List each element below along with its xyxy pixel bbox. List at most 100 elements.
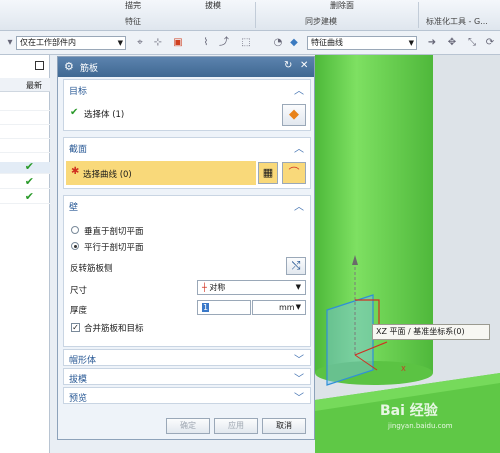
- section-header[interactable]: 拔模 ﹀: [64, 369, 310, 387]
- dialog-title: 筋板: [80, 64, 99, 74]
- select-body-button[interactable]: ◆: [282, 104, 306, 126]
- apply-button[interactable]: 应用: [214, 418, 258, 434]
- section-header[interactable]: 预览 ﹀: [64, 388, 310, 406]
- required-asterisk-icon: ✱: [71, 166, 80, 177]
- tooltip: XZ 平面 / 基准坐标系(0): [372, 324, 490, 340]
- ribbon-group-label[interactable]: 标准化工具 - G...: [426, 16, 488, 27]
- graphics-viewport[interactable]: X: [315, 55, 500, 453]
- scale-icon[interactable]: ⤡: [466, 37, 478, 49]
- list-item[interactable]: ✔: [0, 160, 50, 174]
- axis-x-label: X: [401, 365, 406, 373]
- model-view[interactable]: X: [315, 55, 500, 453]
- cube-icon[interactable]: ◆: [288, 37, 300, 49]
- sketch-section-button[interactable]: ▦: [258, 162, 278, 184]
- maximize-icon[interactable]: [35, 61, 44, 70]
- curve-select-button[interactable]: ⌒: [282, 162, 306, 184]
- merge-checkbox-label[interactable]: 合并筋板和目标: [84, 322, 144, 334]
- check-icon: ✔: [24, 190, 34, 203]
- scope-select-value: 仅在工作部件内: [20, 38, 76, 47]
- chevron-down-icon: ﹀: [294, 393, 304, 404]
- ribbon-divider: [418, 2, 419, 28]
- dimension-select[interactable]: ┼ 对称 ▼: [197, 280, 306, 295]
- curve-icon: ⌒: [288, 166, 300, 179]
- select-curve-label: 选择曲线 (0): [83, 170, 132, 180]
- curve-rule-value: 特征曲线: [311, 38, 343, 47]
- select-icon[interactable]: ⊹: [152, 37, 164, 49]
- ok-button[interactable]: 确定: [166, 418, 210, 434]
- list-item[interactable]: [0, 113, 50, 125]
- thickness-value: 1: [202, 303, 210, 312]
- chevron-up-icon: ︿: [294, 86, 304, 97]
- list-item[interactable]: ✔: [0, 190, 50, 204]
- check-icon: ✔: [24, 160, 34, 173]
- list-item[interactable]: ✔: [0, 175, 50, 189]
- sketch-icon: ▦: [262, 166, 274, 179]
- curve-rule-select[interactable]: 特征曲线 ▼: [307, 36, 417, 50]
- dimension-label: 尺寸: [70, 286, 88, 296]
- chevron-down-icon: ﹀: [294, 374, 304, 385]
- thickness-unit-select[interactable]: mm ▼: [252, 300, 306, 315]
- ribbon-item[interactable]: 拔模: [205, 0, 221, 11]
- section-header[interactable]: 壁 ︿: [64, 196, 310, 214]
- part-navigator: 最新 ✔ ✔ ✔: [0, 55, 50, 453]
- reset-icon[interactable]: ↻: [284, 60, 292, 71]
- arrow-right-icon[interactable]: ➜: [426, 37, 438, 49]
- curve-icon[interactable]: ⌇: [200, 37, 212, 49]
- radio-perpendicular-label[interactable]: 垂直于剖切平面: [84, 225, 144, 237]
- section-title: 拔模: [69, 375, 88, 385]
- reverse-side-button[interactable]: ⤭: [286, 257, 306, 275]
- reverse-side-label: 反转筋板侧: [70, 264, 113, 274]
- navigator-header: 最新: [0, 78, 50, 92]
- list-item[interactable]: [0, 141, 50, 153]
- column-latest: 最新: [26, 81, 42, 90]
- select-body-label[interactable]: 选择体 (1): [84, 108, 124, 120]
- rib-dialog: ⚙ 筋板 ↻ ✕ 目标 ︿ ✔ 选择体 (1) ◆ 截面 ︿ ✱ 选择曲线 (0…: [57, 56, 315, 440]
- list-item[interactable]: [0, 127, 50, 139]
- radio-perpendicular[interactable]: [71, 226, 79, 234]
- view-icon[interactable]: ◔: [272, 37, 284, 49]
- list-item[interactable]: [0, 99, 50, 111]
- solid-body-icon: ◆: [289, 107, 299, 122]
- section-header[interactable]: 帽形体 ﹀: [64, 350, 310, 368]
- tangent-icon[interactable]: ⤴: [218, 37, 230, 49]
- watermark-url: jingyan.baidu.com: [388, 422, 453, 430]
- gear-icon: ⚙: [64, 60, 74, 73]
- section-target: 目标 ︿ ✔ 选择体 (1) ◆: [63, 79, 311, 131]
- ribbon-divider: [255, 2, 256, 28]
- section-draft[interactable]: 拔模 ﹀: [63, 368, 311, 385]
- scope-select[interactable]: 仅在工作部件内 ▼: [16, 36, 126, 50]
- select-curve-row[interactable]: ✱ 选择曲线 (0): [66, 161, 256, 185]
- chevron-down-icon: ▼: [295, 303, 301, 311]
- move-icon[interactable]: ✥: [446, 37, 458, 49]
- section-header[interactable]: 目标 ︿: [64, 80, 310, 98]
- section-cap[interactable]: 帽形体 ﹀: [63, 349, 311, 366]
- thickness-label: 厚度: [70, 306, 88, 316]
- point-icon[interactable]: ▣: [172, 37, 184, 49]
- ribbon-item[interactable]: 描完: [125, 0, 141, 11]
- dialog-title-bar[interactable]: ⚙ 筋板 ↻ ✕: [58, 57, 314, 77]
- section-preview[interactable]: 预览 ﹀: [63, 387, 311, 404]
- rotate-icon[interactable]: ⟳: [484, 37, 496, 49]
- snap-icon[interactable]: ⌖: [134, 37, 146, 49]
- close-icon[interactable]: ✕: [300, 60, 308, 71]
- radio-parallel-label[interactable]: 平行于剖切平面: [84, 241, 144, 253]
- chevron-down-icon: ▼: [117, 39, 123, 47]
- section-curve: 截面 ︿ ✱ 选择曲线 (0) ▦ ⌒: [63, 137, 311, 189]
- datum-plane-xz: [326, 294, 374, 386]
- ribbon-item[interactable]: 删除面: [330, 0, 354, 11]
- ribbon-group-label: 同步建模: [305, 17, 337, 26]
- radio-parallel[interactable]: [71, 242, 79, 250]
- check-icon: ✔: [70, 107, 79, 118]
- ribbon-group-label: 特征: [125, 17, 141, 26]
- chevron-down-icon: ▼: [295, 283, 301, 291]
- thickness-input[interactable]: 1: [197, 300, 251, 315]
- watermark-brand: Bai 经验: [380, 403, 438, 419]
- filter-icon[interactable]: ▾: [4, 37, 16, 49]
- section-header[interactable]: 截面 ︿: [64, 138, 310, 156]
- check-icon: ✔: [24, 175, 34, 188]
- section-title: 预览: [69, 394, 88, 404]
- section-title: 帽形体: [69, 356, 97, 366]
- merge-checkbox[interactable]: ✓: [71, 323, 80, 332]
- box-select-icon[interactable]: ⬚: [240, 37, 252, 49]
- cancel-button[interactable]: 取消: [262, 418, 306, 434]
